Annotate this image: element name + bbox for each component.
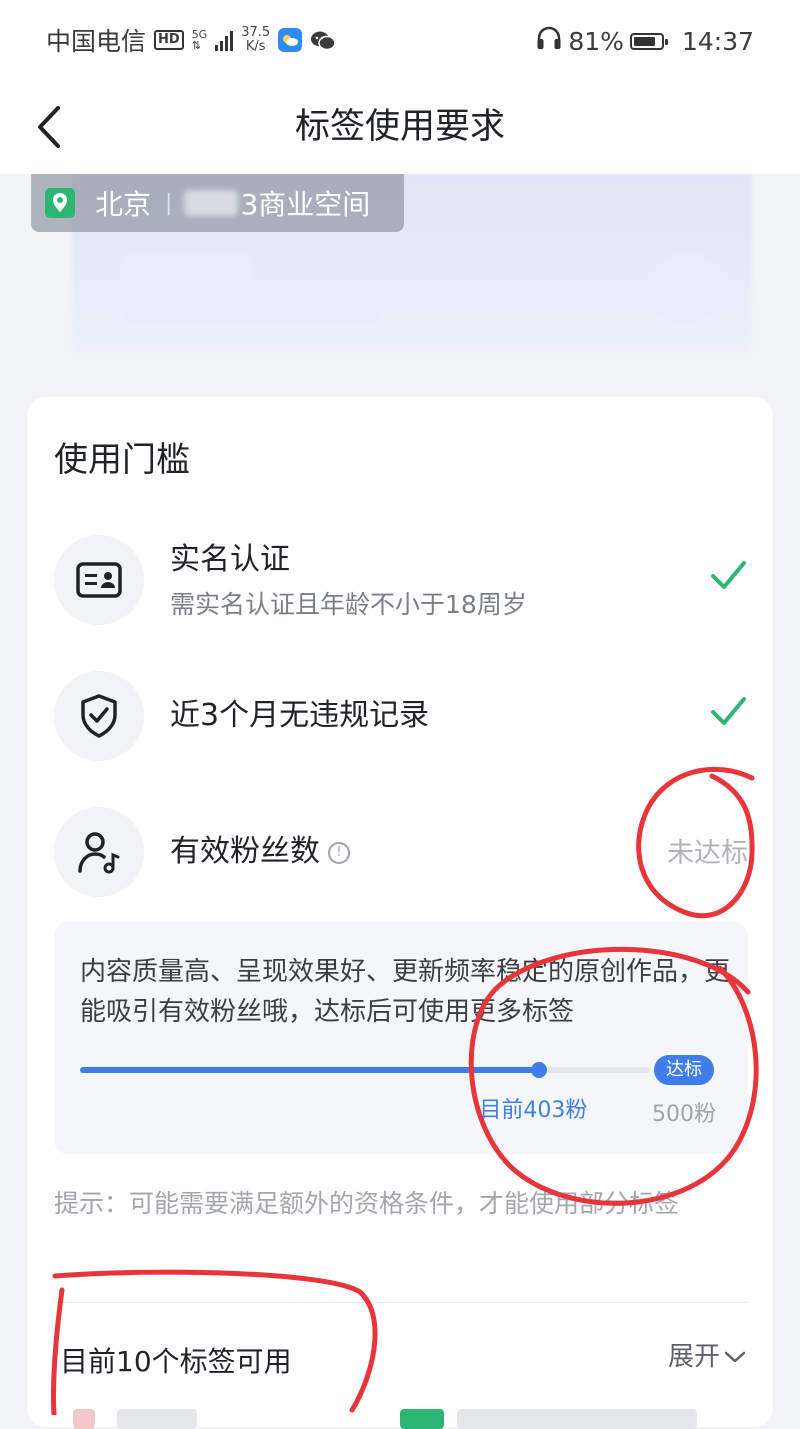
battery-percent: 81%	[568, 26, 624, 56]
weather-app-icon	[278, 28, 303, 52]
fans-progress-box: 内容质量高、呈现效果好、更新频率稳定的原创作品，更能吸引有效粉丝哦，达标后可使用…	[54, 922, 748, 1154]
preview-placeholder-circle	[652, 254, 722, 324]
tip-text: 提示：可能需要满足额外的资格条件，才能使用部分标签	[54, 1189, 680, 1218]
location-tag: 北京 | 3商业空间	[31, 174, 404, 232]
location-separator: |	[165, 190, 173, 216]
wechat-icon	[310, 29, 336, 51]
page-title: 标签使用要求	[294, 107, 505, 147]
tag-preview-peek	[400, 1409, 444, 1429]
preview-placeholder-bar	[122, 256, 252, 282]
shield-check-icon	[54, 671, 144, 761]
signal-icon	[215, 29, 234, 51]
location-pin-icon	[45, 188, 75, 218]
network-speed: 37.5 K/s	[241, 26, 270, 54]
goal-fans-label: 500粉	[652, 1102, 716, 1127]
check-icon	[711, 561, 746, 589]
tag-preview: 北京 | 3商业空间	[0, 174, 800, 364]
fans-progress-fill	[80, 1067, 540, 1073]
network-type: 5G ⇅	[192, 29, 208, 51]
chevron-down-icon	[724, 1351, 746, 1363]
location-place: 3商业空间	[240, 188, 371, 221]
nav-bar: 标签使用要求	[0, 80, 800, 174]
status-right: 81% 14:37	[536, 26, 754, 56]
requirement-real-name: 实名认证 需实名认证且年龄不小于18周岁	[54, 535, 748, 625]
requirement-title: 有效粉丝数	[170, 834, 320, 869]
location-city: 北京	[95, 188, 152, 221]
requirement-desc: 需实名认证且年龄不小于18周岁	[170, 590, 527, 619]
requirement-title: 实名认证	[170, 542, 290, 577]
headphones-icon	[536, 26, 562, 56]
fans-progress-knob	[531, 1062, 548, 1078]
clock: 14:37	[681, 26, 754, 56]
requirement-title-row: 有效粉丝数!	[170, 831, 350, 873]
status-left: 中国电信 HD 5G ⇅ 37.5 K/s	[46, 22, 336, 58]
tag-preview-peek	[457, 1409, 697, 1429]
redacted-text	[184, 190, 239, 216]
fans-hint: 内容质量高、呈现效果好、更新频率稳定的原创作品，更能吸引有效粉丝哦，达标后可使用…	[80, 957, 731, 1027]
expand-button[interactable]: 展开	[668, 1337, 746, 1377]
carrier-name: 中国电信	[46, 27, 147, 56]
preview-placeholder-bar	[122, 296, 382, 324]
info-icon[interactable]: !	[328, 841, 350, 864]
speed-value: 37.5	[241, 25, 271, 40]
speed-unit: K/s	[245, 39, 266, 54]
preview-placeholder-square	[652, 200, 692, 224]
tag-preview-peek	[73, 1409, 95, 1429]
battery-icon	[629, 32, 668, 50]
data-arrows-icon: ⇅	[191, 39, 201, 52]
id-card-icon	[54, 535, 144, 625]
expand-label: 展开	[667, 1342, 720, 1372]
available-tags-title: 目前10个标签可用	[60, 1345, 292, 1378]
check-icon	[711, 697, 746, 725]
threshold-card: 使用门槛 实名认证 需实名认证且年龄不小于18周岁 近3个月无违规记录 有效粉丝…	[27, 397, 773, 1429]
current-fans-label: 目前403粉	[479, 1098, 588, 1123]
hd-badge: HD	[154, 30, 184, 50]
requirement-title: 近3个月无违规记录	[170, 698, 430, 733]
battery-level	[633, 36, 655, 46]
tag-preview-peek	[117, 1409, 197, 1429]
requirement-fans: 有效粉丝数! 未达标	[54, 807, 748, 897]
divider	[54, 1302, 748, 1303]
status-not-met: 未达标	[667, 838, 748, 869]
fans-progress-track	[80, 1062, 650, 1078]
status-bar: 中国电信 HD 5G ⇅ 37.5 K/s 81% 14:37	[0, 0, 800, 80]
requirement-no-violation: 近3个月无违规记录	[54, 671, 748, 761]
goal-badge: 达标	[654, 1055, 714, 1085]
user-music-icon	[54, 807, 144, 897]
section-title: 使用门槛	[54, 440, 190, 480]
